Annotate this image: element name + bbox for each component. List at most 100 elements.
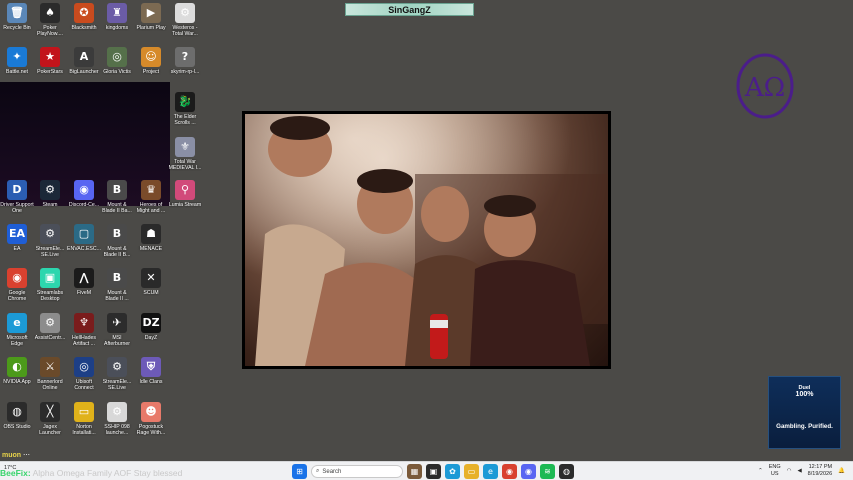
duel-ad-banner[interactable]: Duel 100% Gambling. Purified. xyxy=(768,376,841,449)
desktop-icon[interactable]: ⋀ FiveM xyxy=(67,268,101,296)
volume-icon[interactable]: ◀ xyxy=(797,468,801,474)
desktop-icon[interactable]: ◐ NVIDIA App xyxy=(0,357,34,385)
overlay-user: muon xyxy=(2,452,22,459)
desktop-icon[interactable]: ▣ Streamlabs Desktop xyxy=(33,268,67,302)
desktop-icon[interactable]: ⚙ Westeros - Total War... xyxy=(168,3,202,37)
wifi-icon[interactable]: ◠ xyxy=(787,468,792,474)
app-icon: DZ xyxy=(141,313,161,333)
desktop-icon-label: Project xyxy=(142,69,160,75)
desktop-icon[interactable]: ♆ HellHades Artifact ... xyxy=(67,313,101,347)
desktop-icon[interactable]: ◉ Discord-Ce... xyxy=(67,180,101,208)
app-icon: ⛨ xyxy=(141,357,161,377)
app-icon: ✪ xyxy=(74,3,94,23)
desktop-icon[interactable]: ☺ Project xyxy=(134,47,168,75)
app-icon: ╳ xyxy=(40,402,60,422)
app-icon: ▣ xyxy=(40,268,60,288)
desktop-icon[interactable]: ⚙ AssistCentr... xyxy=(33,313,67,341)
desktop-icon[interactable]: ⛨ Idle Clans xyxy=(134,357,168,385)
app-icon: ⋀ xyxy=(74,268,94,288)
app-icon: ✕ xyxy=(141,268,161,288)
desktop-icon[interactable]: ▭ Norton Installati... xyxy=(67,402,101,436)
desktop-icon[interactable]: B Mount & Blade II ... xyxy=(100,268,134,302)
desktop-icon[interactable]: ☗ MENACE xyxy=(134,224,168,252)
desktop-icon-label: Battle.net xyxy=(6,69,28,75)
task-view-icon[interactable]: ▦ xyxy=(407,464,422,479)
desktop-icon-label: Westeros - Total War... xyxy=(172,25,198,37)
clock[interactable]: 12:17 PM 8/19/2026 xyxy=(808,464,832,477)
edge-icon[interactable]: e xyxy=(483,464,498,479)
start-button-icon[interactable]: ⊞ xyxy=(292,464,307,479)
desktop-icon[interactable]: ⚜ Total War MEDIEVAL I... xyxy=(168,137,202,171)
desktop-icon[interactable]: DZ DayZ xyxy=(134,313,168,341)
desktop-icon[interactable]: ✪ Blacksmith xyxy=(67,3,101,31)
desktop-icon[interactable]: ◎ Ubisoft Connect xyxy=(67,357,101,391)
desktop-icon[interactable]: ✈ MSI Afterburner xyxy=(100,313,134,347)
search-box[interactable]: ⌕ Search xyxy=(311,465,403,478)
desktop: 🗑 Recycle Bin ♠ Poker PlayNow.... ✪ Blacksmit… xyxy=(0,0,853,461)
desktop-icon[interactable]: ✦ Battle.net xyxy=(0,47,34,75)
terminal-icon[interactable]: ▣ xyxy=(426,464,441,479)
desktop-icon[interactable]: ? skyrim-rp-l... xyxy=(168,47,202,75)
desktop-icon[interactable]: ⚙ Steam xyxy=(33,180,67,208)
desktop-icon-label: Blacksmith xyxy=(71,25,97,31)
chevron-up-icon[interactable]: ⌃ xyxy=(758,468,763,474)
language-indicator[interactable]: ENG US xyxy=(769,464,781,477)
discord-icon[interactable]: ◉ xyxy=(521,464,536,479)
spotify-icon[interactable]: ≋ xyxy=(540,464,555,479)
desktop-icon[interactable]: A BigLauncher xyxy=(67,47,101,75)
desktop-icon[interactable]: B Mount & Blade II B... xyxy=(100,224,134,258)
desktop-icon[interactable]: 🐉 The Elder Scrolls ... xyxy=(168,92,202,126)
desktop-icon[interactable]: B Mount & Blade II Ba... xyxy=(100,180,134,214)
chat-message: BeeFix: Alpha Omega Family AOF Stay bles… xyxy=(0,468,182,478)
desktop-icon[interactable]: ♛ Heroes of Might and ... xyxy=(134,180,168,214)
notification-icon[interactable]: 🔔 xyxy=(838,468,845,474)
desktop-icon-label: HellHades Artifact ... xyxy=(72,335,96,347)
desktop-icon[interactable]: e Microsoft Edge xyxy=(0,313,34,347)
desktop-icon[interactable]: ★ PokerStars xyxy=(33,47,67,75)
desktop-icon-label: Recycle Bin xyxy=(3,25,31,31)
desktop-icon[interactable]: ✕ SCUM xyxy=(134,268,168,296)
desktop-icon[interactable]: ╳ Jagex Launcher xyxy=(33,402,67,436)
file-explorer-icon[interactable]: ▭ xyxy=(464,464,479,479)
desktop-icon-label: Heroes of Might and ... xyxy=(136,202,166,214)
desktop-icon[interactable]: EA EA xyxy=(0,224,34,252)
desktop-icon-label: Idle Clans xyxy=(139,379,163,385)
desktop-icon-label: Gloria Victis xyxy=(103,69,131,75)
desktop-icon[interactable]: ⚙ StreamEle... SE.Live xyxy=(33,224,67,258)
desktop-icon-label: Bannerlord Online xyxy=(37,379,63,391)
desktop-icon[interactable]: ⚙ StreamEle... SE.Live xyxy=(100,357,134,391)
copilot-icon[interactable]: ✿ xyxy=(445,464,460,479)
logo-text: AΩ xyxy=(744,73,785,103)
photo-illustration xyxy=(245,114,608,366)
desktop-icon[interactable]: ◍ OBS Studio xyxy=(0,402,34,430)
desktop-icon-label: Google Chrome xyxy=(7,290,27,302)
desktop-icon[interactable]: ⚲ Lumia Stream xyxy=(168,180,202,208)
app-icon: B xyxy=(107,224,127,244)
desktop-icon[interactable]: 🗑 Recycle Bin xyxy=(0,3,34,31)
desktop-icon[interactable]: ▶ Plarium Play xyxy=(134,3,168,31)
desktop-icon[interactable]: D Driver Support One xyxy=(0,180,34,214)
desktop-icon[interactable]: ☻ Pogostuck Rage With... xyxy=(134,402,168,436)
app-icon: ◐ xyxy=(7,357,27,377)
app-icon: ◉ xyxy=(7,268,27,288)
desktop-icon[interactable]: ◉ Google Chrome xyxy=(0,268,34,302)
obs-icon[interactable]: ◍ xyxy=(559,464,574,479)
desktop-icon-label: Driver Support One xyxy=(0,202,34,214)
desktop-icon[interactable]: ♠ Poker PlayNow.... xyxy=(33,3,67,37)
desktop-icon-label: MSI Afterburner xyxy=(104,335,130,347)
search-placeholder: Search xyxy=(322,468,342,475)
chrome-icon[interactable]: ◉ xyxy=(502,464,517,479)
app-icon: ♠ xyxy=(40,3,60,23)
desktop-icon[interactable]: ⚙ SSHIP 098 launche... xyxy=(100,402,134,436)
taskbar-apps: ⊞ ⌕ Search ▦ ▣ ✿ ▭ e ◉ ◉ ≋ ◍ xyxy=(292,464,574,479)
desktop-icon-label: Mount & Blade II B... xyxy=(103,246,131,258)
desktop-icon[interactable]: ♜ kingdoms xyxy=(100,3,134,31)
desktop-icon-label: Mount & Blade II Ba... xyxy=(102,202,132,214)
desktop-icon-label: MENACE xyxy=(139,246,163,252)
desktop-icon-label: SSHIP 098 launche... xyxy=(104,424,130,436)
desktop-icon[interactable]: ⚔ Bannerlord Online xyxy=(33,357,67,391)
desktop-icon[interactable]: ◎ Gloria Victis xyxy=(100,47,134,75)
desktop-icon-label: ENVAC.ESC... xyxy=(67,246,101,252)
app-icon: ☗ xyxy=(141,224,161,244)
desktop-icon[interactable]: ▢ ENVAC.ESC... xyxy=(67,224,101,252)
